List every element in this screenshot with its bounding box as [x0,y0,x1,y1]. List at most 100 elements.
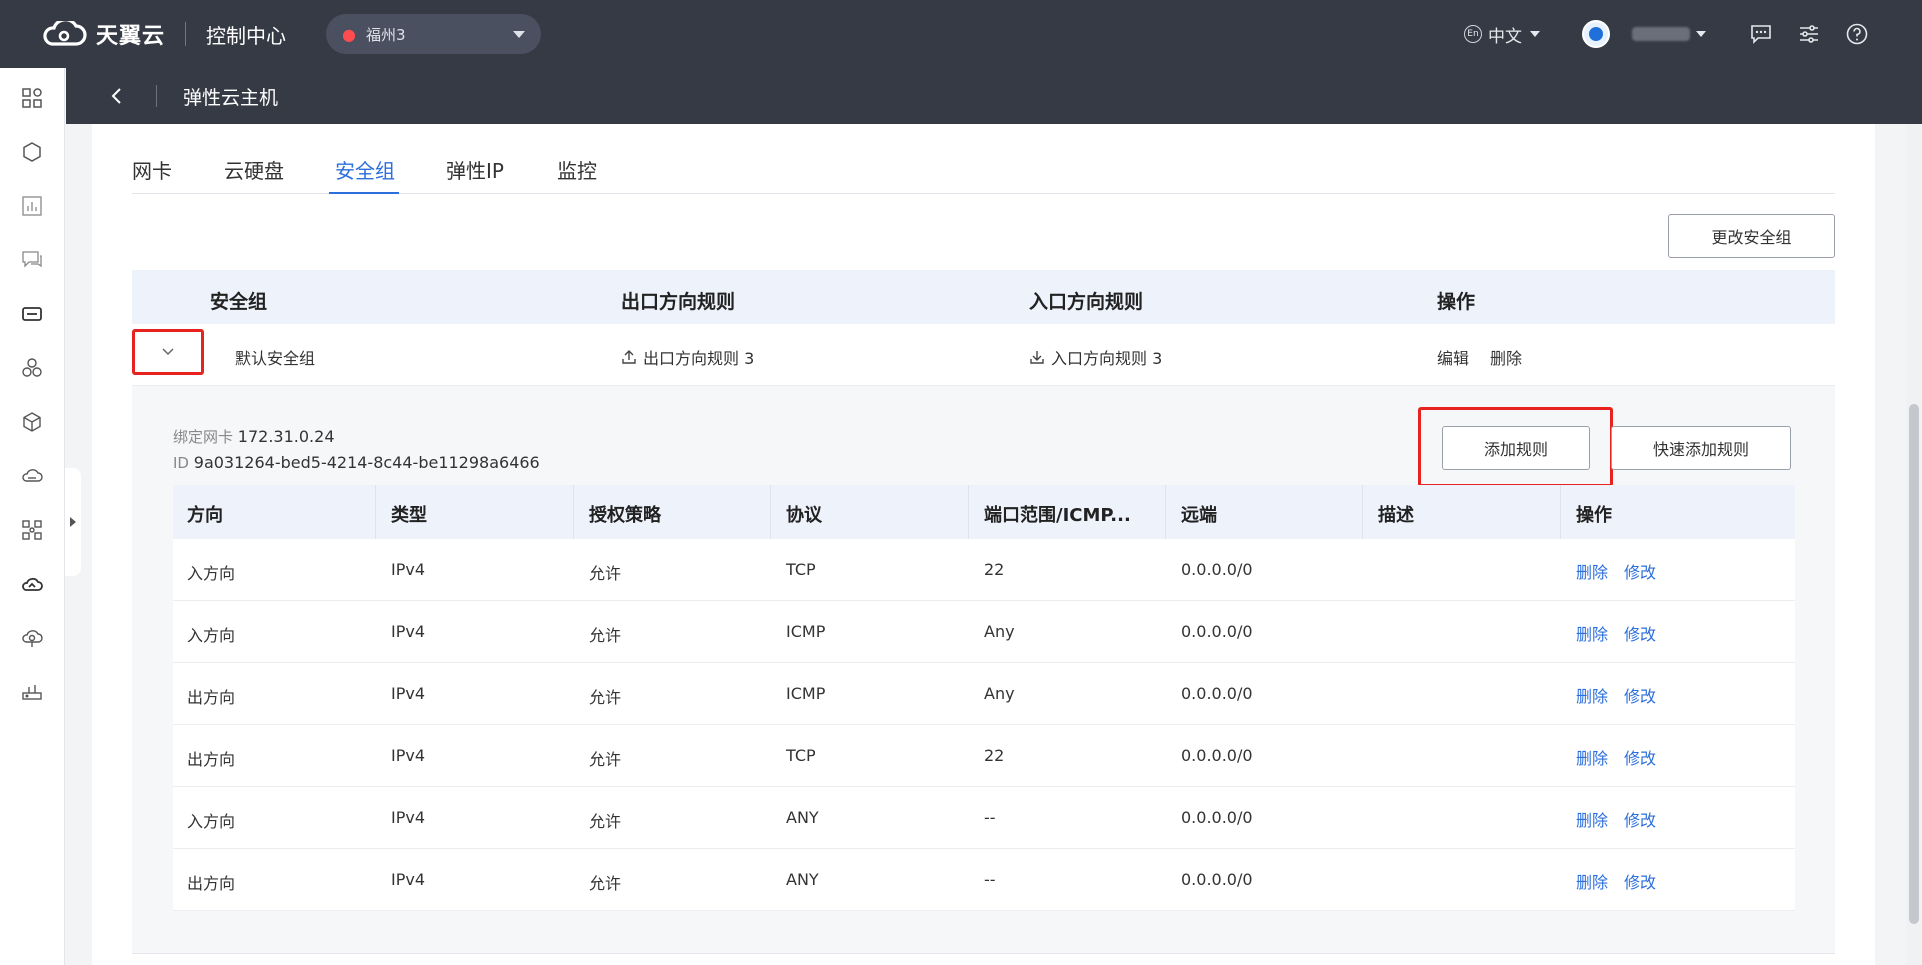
brand-divider [185,22,187,46]
add-rule-button[interactable]: 添加规则 [1442,426,1590,470]
cluster-icon[interactable] [20,356,44,380]
dashboard-icon[interactable] [20,86,44,110]
column-header: 类型 [391,505,427,526]
cloud-icon[interactable] [20,572,44,596]
message-icon[interactable] [1748,21,1774,47]
modify-rule-link[interactable]: 修改 [1624,559,1656,583]
settings-sliders-icon[interactable] [1796,21,1822,47]
remote-cell: 0.0.0.0/0 [1181,808,1253,827]
tab-security-group[interactable]: 安全组 [335,155,395,184]
back-button[interactable] [106,86,126,106]
cube-icon[interactable] [20,140,44,164]
ingress-rules-count[interactable]: 入口方向规则 3 [1029,345,1162,369]
table-row: 入方向 IPv4 允许 ICMP Any 0.0.0.0/0 删除 修改 [173,601,1795,663]
chevron-down-icon [513,30,526,38]
message-icon[interactable] [20,248,44,272]
column-header: 操作 [1576,505,1612,526]
box-icon[interactable] [20,410,44,434]
protocol-cell: ANY [786,808,819,827]
language-icon: En [1464,25,1482,43]
language-label: 中文 [1488,26,1522,47]
direction-cell: 入方向 [187,626,236,645]
port-range-cell: -- [984,808,996,827]
port-range-cell: Any [984,622,1015,641]
column-header: 授权策略 [589,505,661,526]
brand-logo[interactable]: 天翼云 [40,18,165,50]
modify-rule-link[interactable]: 修改 [1624,745,1656,769]
router-icon[interactable] [20,680,44,704]
page-title: 弹性云主机 [183,86,279,109]
rules-table-header: 方向 类型 授权策略 协议 端口范围/ICMP... 远端 描述 操作 [173,485,1795,539]
type-cell: IPv4 [391,622,426,641]
delete-rule-link[interactable]: 删除 [1576,745,1608,769]
protocol-cell: TCP [786,746,816,765]
delete-rule-link[interactable]: 删除 [1576,621,1608,645]
column-header: 远端 [1181,505,1217,526]
table-row: 出方向 IPv4 允许 ANY -- 0.0.0.0/0 删除 修改 [173,849,1795,911]
console-title[interactable]: 控制中心 [206,20,286,49]
policy-cell: 允许 [589,626,622,645]
protocol-cell: ICMP [786,622,826,641]
network-icon[interactable] [20,518,44,542]
column-header: 方向 [187,505,223,526]
port-range-cell: 22 [984,560,1005,579]
modify-rule-link[interactable]: 修改 [1624,621,1656,645]
delete-rule-link[interactable]: 删除 [1576,559,1608,583]
tab-elastic-ip[interactable]: 弹性IP [446,155,504,184]
remote-cell: 0.0.0.0/0 [1181,746,1253,765]
chevron-down-icon [1696,31,1706,37]
egress-rules-label: 出口方向规则 3 [643,349,755,368]
cloud-disk-icon[interactable] [20,464,44,488]
region-label: 福州3 [365,25,406,44]
active-tab-indicator [329,192,399,194]
security-group-row: 默认安全组 出口方向规则 3 入口方向规则 3 编辑 删除 [132,324,1835,386]
modify-rule-link[interactable]: 修改 [1624,869,1656,893]
delete-rule-link[interactable]: 删除 [1576,869,1608,893]
port-range-cell: 22 [984,746,1005,765]
user-menu[interactable] [1582,20,1706,48]
remote-cell: 0.0.0.0/0 [1181,560,1253,579]
delete-rule-link[interactable]: 删除 [1576,807,1608,831]
policy-cell: 允许 [589,564,622,583]
protocol-cell: ICMP [786,684,826,703]
chart-icon[interactable] [20,194,44,218]
help-icon[interactable] [1844,21,1870,47]
table-row: 入方向 IPv4 允许 ANY -- 0.0.0.0/0 删除 修改 [173,787,1795,849]
bound-nic-label: 绑定网卡 [173,428,234,446]
delete-rule-link[interactable]: 删除 [1576,683,1608,707]
avatar [1582,20,1610,48]
delete-link[interactable]: 删除 [1490,345,1522,369]
type-cell: IPv4 [391,870,426,889]
direction-cell: 出方向 [187,688,236,707]
type-cell: IPv4 [391,746,426,765]
vertical-scrollbar[interactable] [1906,124,1922,965]
tab-nic[interactable]: 网卡 [132,155,172,184]
cloud-sync-icon[interactable] [20,626,44,650]
scrollbar-thumb[interactable] [1909,404,1919,924]
remote-cell: 0.0.0.0/0 [1181,622,1253,641]
edit-link[interactable]: 编辑 [1437,345,1469,369]
tab-cloud-disk[interactable]: 云硬盘 [224,155,284,184]
sidebar-expand-toggle[interactable] [65,468,81,576]
policy-cell: 允许 [589,812,622,831]
type-cell: IPv4 [391,684,426,703]
top-navigation-bar: 天翼云 控制中心 ● 福州3 En 中文 [0,0,1922,68]
port-range-cell: -- [984,870,996,889]
region-selector[interactable]: ● 福州3 [326,14,542,54]
protocol-cell: TCP [786,560,816,579]
expand-row-button[interactable] [132,329,204,375]
left-sidebar [0,68,65,965]
language-selector[interactable]: En 中文 [1464,22,1540,47]
username-redacted [1632,27,1690,41]
server-icon[interactable] [20,302,44,326]
column-header: 端口范围/ICMP... [984,505,1131,526]
modify-rule-link[interactable]: 修改 [1624,807,1656,831]
change-security-group-button[interactable]: 更改安全组 [1668,214,1835,258]
column-header: 描述 [1378,505,1414,526]
cloud-logo-icon [43,21,87,46]
egress-rules-count[interactable]: 出口方向规则 3 [621,345,754,369]
direction-cell: 入方向 [187,812,236,831]
tab-monitoring[interactable]: 监控 [557,155,597,184]
modify-rule-link[interactable]: 修改 [1624,683,1656,707]
quick-add-rule-button[interactable]: 快速添加规则 [1611,426,1791,470]
